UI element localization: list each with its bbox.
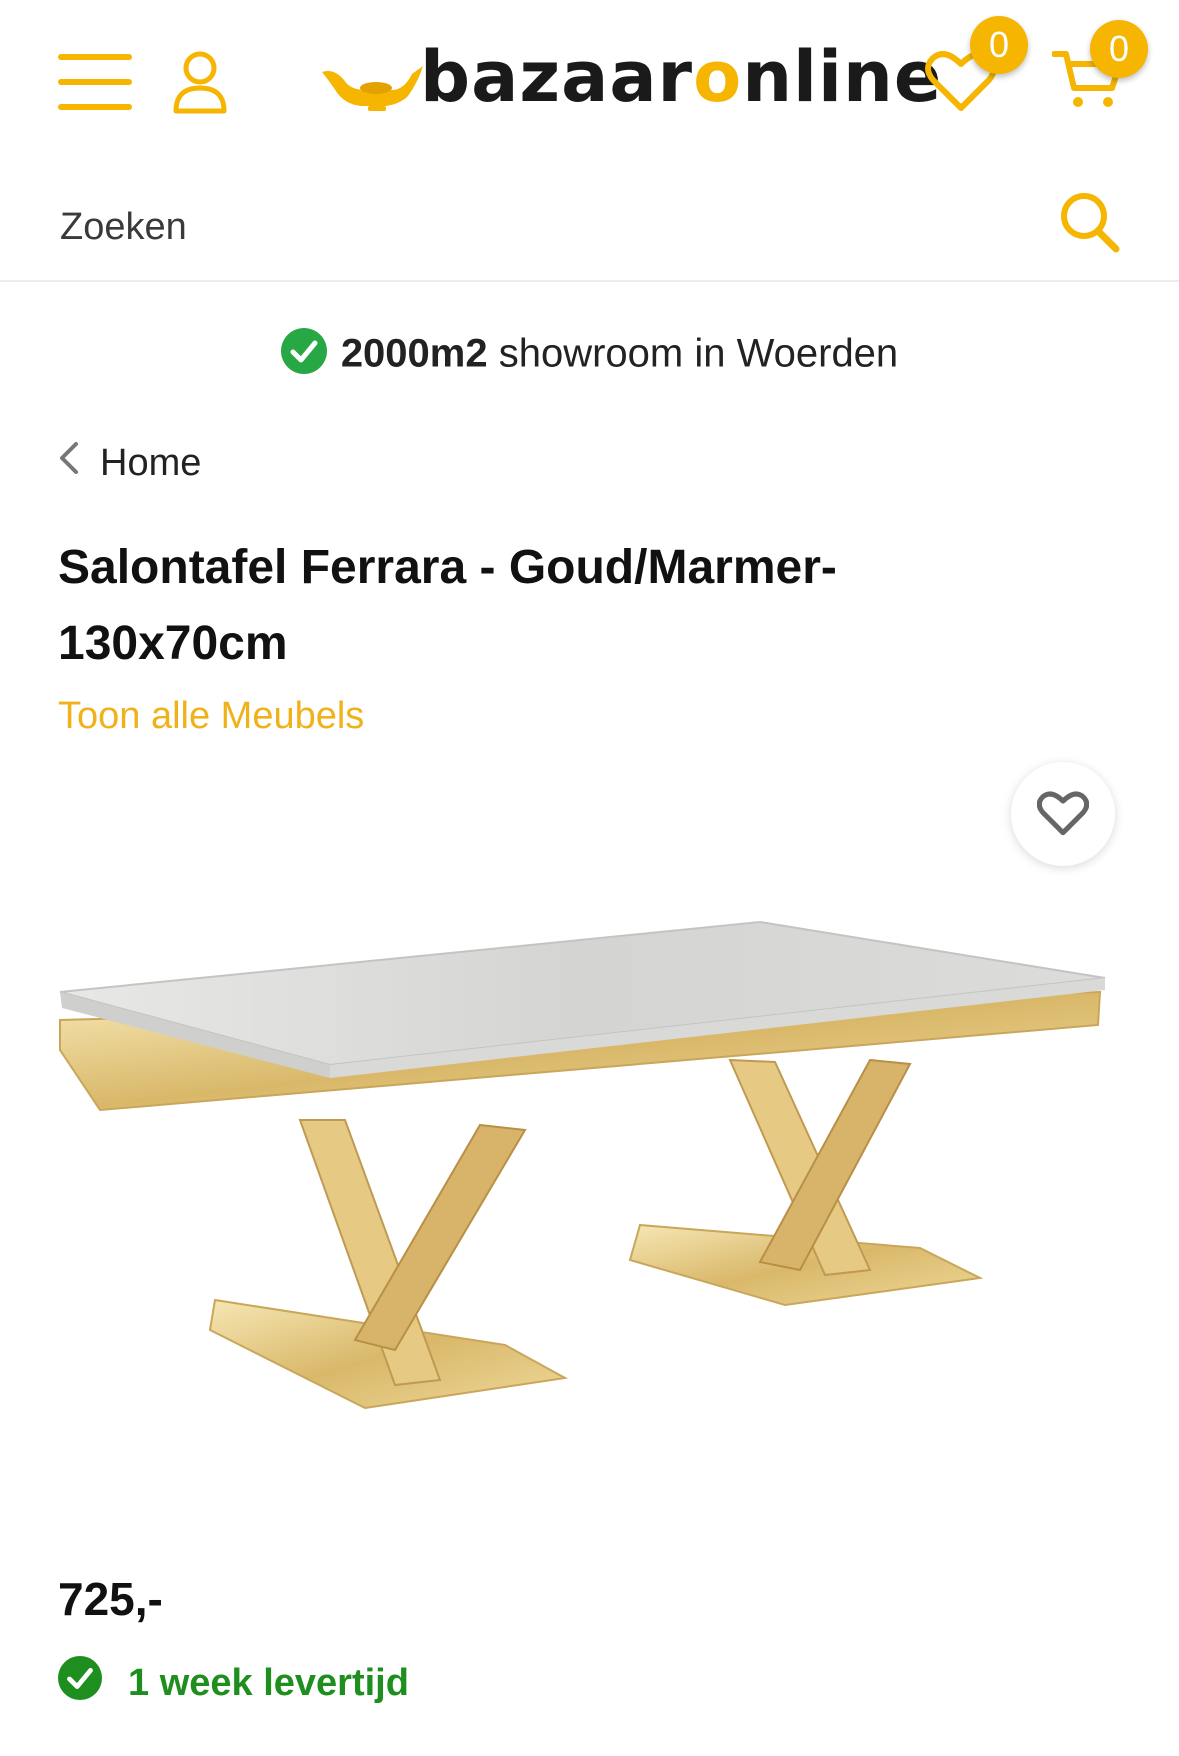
usp-banner: 2000m2 showroom in Woerden	[0, 328, 1179, 384]
usp-strong: 2000m2	[340, 331, 488, 376]
category-link[interactable]: Toon alle Meubels	[58, 695, 364, 738]
search-bar	[0, 170, 1179, 282]
breadcrumb[interactable]: Home	[58, 440, 201, 486]
usp-text: showroom in Woerden	[487, 331, 899, 376]
check-circle-icon	[280, 328, 327, 384]
product-image[interactable]	[40, 880, 1140, 1440]
site-header: bazaaronline 0 0	[0, 0, 1179, 170]
search-input[interactable]	[58, 198, 962, 256]
delivery-info: 1 week levertijd	[58, 1656, 409, 1710]
chevron-left-icon	[58, 440, 80, 486]
logo-wordmark: bazaaronline	[420, 36, 943, 118]
product-price: 725,-	[58, 1573, 163, 1625]
magic-lamp-icon	[322, 66, 423, 111]
favorite-button[interactable]	[1011, 762, 1115, 866]
heart-outline-icon	[1037, 791, 1089, 836]
search-icon[interactable]	[1058, 186, 1122, 256]
breadcrumb-home: Home	[100, 441, 202, 484]
delivery-text: 1 week levertijd	[128, 1661, 409, 1704]
check-circle-icon	[58, 1656, 102, 1710]
cart-count-badge: 0	[1090, 20, 1148, 78]
wishlist-count-badge: 0	[970, 16, 1028, 74]
product-title: Salontafel Ferrara - Goud/Marmer-130x70c…	[58, 541, 837, 670]
site-logo[interactable]: bazaaronline	[0, 0, 941, 150]
